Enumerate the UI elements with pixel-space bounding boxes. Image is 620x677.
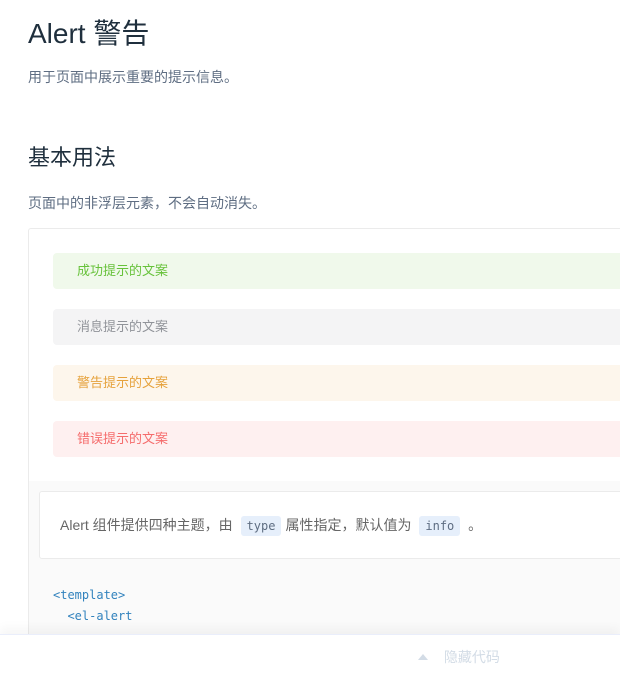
description-text-after: 。 — [468, 517, 483, 533]
code-default: info — [419, 516, 461, 536]
demo-description: Alert 组件提供四种主题，由 type 属性指定，默认值为 info 。 — [39, 491, 620, 559]
caret-up-icon — [418, 654, 428, 660]
section-title: 基本用法 — [28, 145, 117, 170]
section-description: 页面中的非浮层元素，不会自动消失。 — [28, 195, 266, 211]
alert-warning-text: 警告提示的文案 — [77, 375, 169, 390]
alert-error-text: 错误提示的文案 — [77, 431, 169, 446]
alert-success: 成功提示的文案 — [53, 253, 620, 289]
toggle-code-button[interactable]: 隐藏代码 — [0, 634, 620, 677]
code-line: <el-alert — [53, 609, 133, 623]
code-line: <template> — [53, 588, 126, 602]
toggle-code-label: 隐藏代码 — [443, 649, 500, 665]
page-title: Alert 警告 — [28, 18, 150, 49]
code-type: type — [240, 516, 282, 536]
docs-page: Alert 警告 用于页面中展示重要的提示信息。 基本用法 页面中的非浮层元素，… — [0, 0, 620, 677]
alert-warning: 警告提示的文案 — [53, 365, 620, 401]
description-text-middle: 属性指定，默认值为 — [285, 517, 412, 533]
alert-success-text: 成功提示的文案 — [77, 263, 169, 278]
alert-error: 错误提示的文案 — [53, 421, 620, 457]
code-block: <template> <el-alert — [53, 585, 132, 627]
demo-block: 成功提示的文案 消息提示的文案 警告提示的文案 错误提示的文案 Alert 组件… — [28, 228, 620, 677]
alert-info-text: 消息提示的文案 — [77, 319, 169, 334]
toggle-code-content: 隐藏代码 — [418, 647, 500, 667]
description-text-before: Alert 组件提供四种主题，由 — [60, 517, 233, 533]
alert-info: 消息提示的文案 — [53, 309, 620, 345]
demo-source: 成功提示的文案 消息提示的文案 警告提示的文案 错误提示的文案 — [29, 229, 620, 482]
page-description: 用于页面中展示重要的提示信息。 — [28, 69, 238, 85]
